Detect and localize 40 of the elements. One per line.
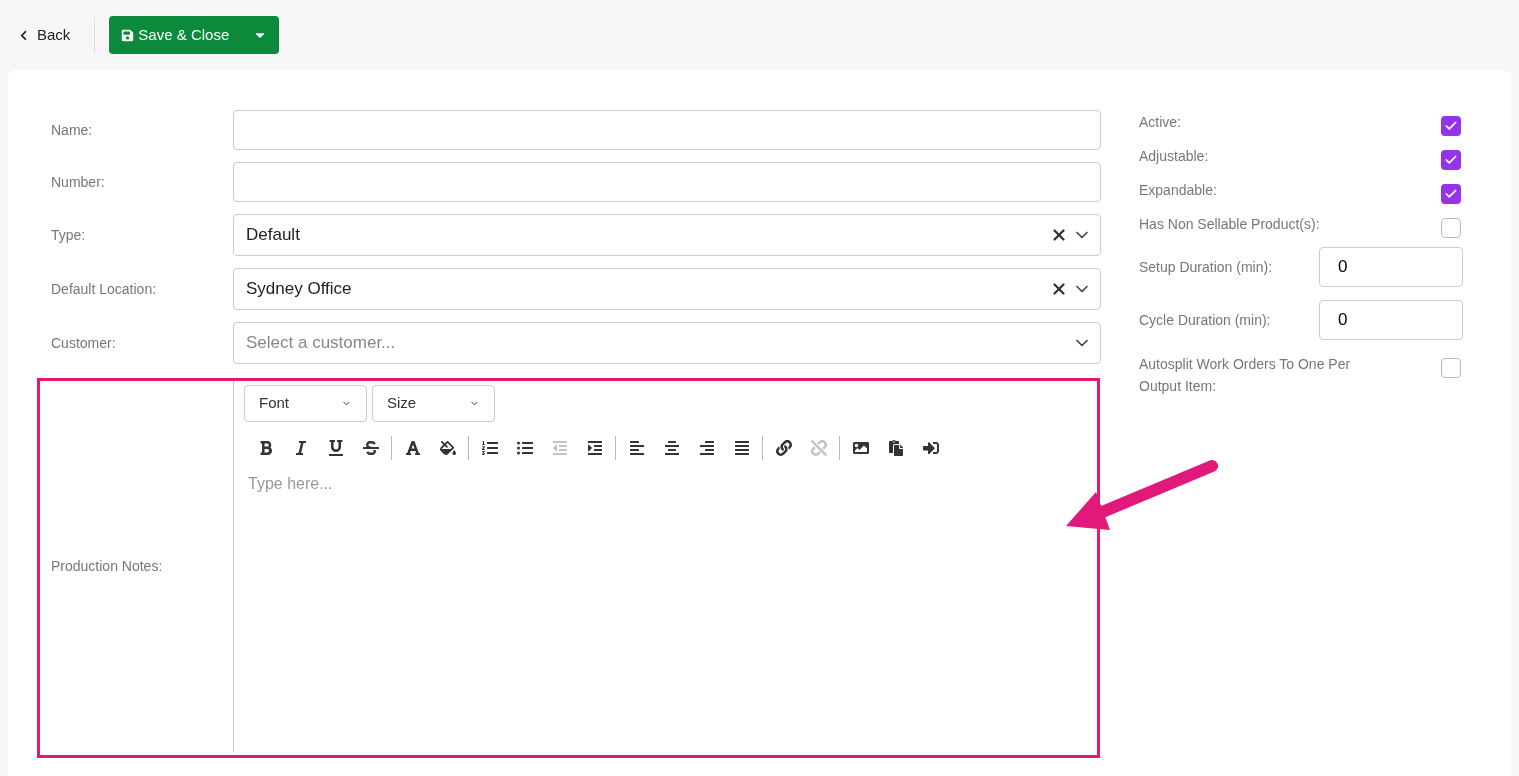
option-label: Cycle Duration (min): [1139, 310, 1271, 330]
select-value: Default [246, 224, 301, 247]
check-icon [1444, 187, 1458, 201]
text-field[interactable] [233, 162, 1101, 202]
back-button[interactable]: Back [18, 23, 95, 47]
checkbox[interactable] [1441, 116, 1461, 136]
select-value: Sydney Office [246, 278, 353, 301]
save-close-button[interactable]: Save & Close [109, 16, 280, 54]
checkbox[interactable] [1441, 184, 1461, 204]
select-field[interactable]: Select a customer... [233, 322, 1101, 364]
option-label: Autosplit Work Orders To One Per Output Item: [1139, 355, 1352, 396]
field-label: Customer: [51, 333, 117, 353]
select-field[interactable]: Default [233, 214, 1101, 256]
field-label: Production Notes: [51, 556, 163, 576]
save-icon [121, 28, 135, 42]
check-icon [1444, 153, 1458, 167]
clear-icon[interactable] [1050, 226, 1068, 244]
select-placeholder: Select a customer... [246, 332, 397, 355]
size-dropdown[interactable]: Size [372, 385, 495, 422]
option-label: Has Non Sellable Product(s): [1139, 215, 1321, 234]
chevron-left-icon [18, 29, 29, 41]
option-label: Adjustable: [1139, 147, 1210, 166]
field-label: Name: [51, 120, 94, 140]
clear-icon[interactable] [1050, 280, 1068, 298]
check-icon [1444, 119, 1458, 133]
field-label: Type: [51, 225, 87, 245]
select-field[interactable]: Sydney Office [233, 268, 1101, 310]
font-dropdown[interactable]: Font [244, 385, 367, 422]
field-label: Number: [51, 172, 106, 192]
checkbox[interactable] [1441, 358, 1461, 378]
option-label: Active: [1139, 113, 1182, 132]
option-label: Setup Duration (min): [1139, 257, 1273, 277]
text-field[interactable] [233, 110, 1101, 150]
checkbox[interactable] [1441, 218, 1461, 238]
field-label: Default Location: [51, 279, 158, 299]
number-field[interactable]: 0 [1319, 300, 1463, 340]
notes-text-area[interactable]: Type here... [234, 472, 1101, 742]
checkbox[interactable] [1441, 150, 1461, 170]
option-label: Expandable: [1139, 181, 1218, 200]
number-field[interactable]: 0 [1319, 247, 1463, 287]
